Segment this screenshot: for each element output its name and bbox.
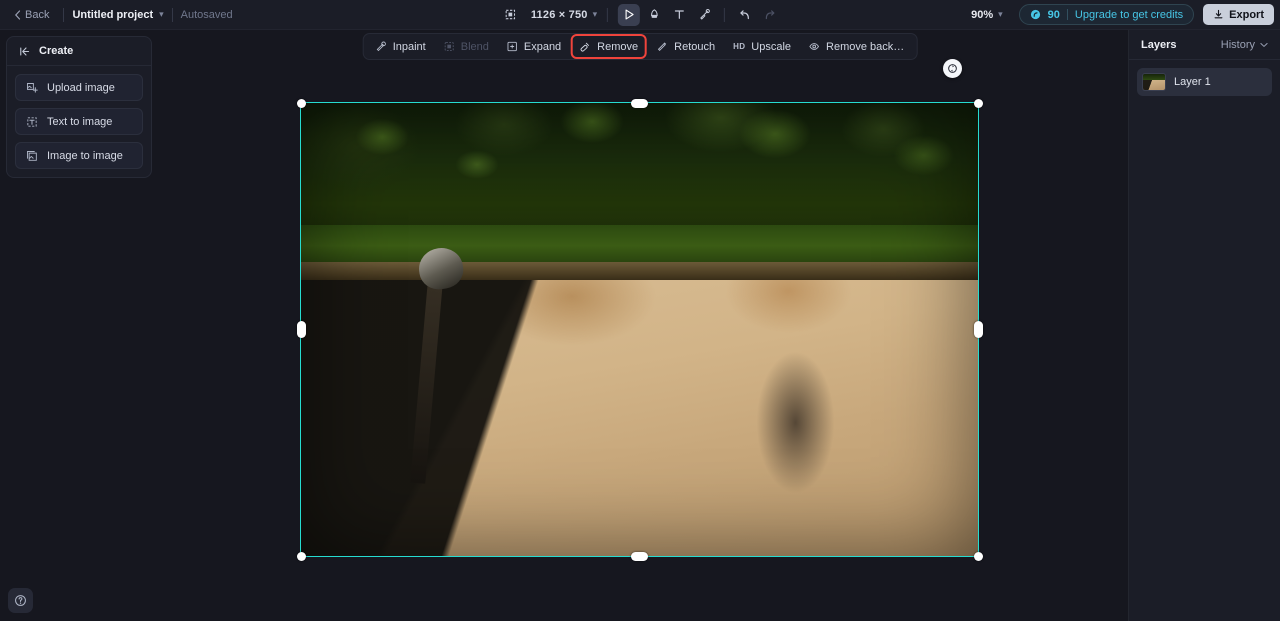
image-editor-app: Back Untitled project ▾ Autosaved 1126 ×… (0, 0, 1280, 621)
resize-handle-bottom-center[interactable] (631, 552, 648, 561)
tab-expand-label: Expand (524, 41, 561, 53)
layers-panel: Layers History Layer 1 (1128, 30, 1280, 621)
topbar-center-group: 1126 × 750 ▾ (499, 0, 781, 30)
remove-background-icon (809, 41, 820, 52)
collapse-panel-icon[interactable] (19, 46, 31, 57)
image-to-image-label: Image to image (47, 150, 123, 162)
tab-expand[interactable]: Expand (499, 36, 569, 57)
chevron-down-icon: ▾ (998, 9, 1003, 20)
canvas-area[interactable] (0, 30, 1128, 621)
tab-retouch[interactable]: Retouch (649, 36, 723, 57)
create-panel-header: Create (7, 37, 151, 66)
resize-handle-middle-left[interactable] (297, 321, 306, 338)
divider (724, 8, 725, 22)
text-to-image-button[interactable]: Text to image (15, 108, 143, 135)
history-label: History (1221, 39, 1255, 51)
topbar-left-group: Back Untitled project ▾ Autosaved (0, 0, 233, 30)
download-icon (1213, 9, 1224, 20)
chevron-down-icon[interactable]: ▾ (159, 9, 164, 20)
tab-remove[interactable]: Remove (571, 34, 647, 59)
select-cursor-icon[interactable] (618, 4, 640, 26)
resize-handle-bottom-right[interactable] (974, 552, 983, 561)
export-label: Export (1229, 9, 1264, 21)
layer-item[interactable]: Layer 1 (1137, 68, 1272, 96)
tab-upscale-label: Upscale (751, 41, 791, 53)
canvas-size-chevron-down-icon[interactable]: ▾ (593, 9, 598, 20)
expand-icon (507, 41, 518, 52)
project-name: Untitled project (72, 9, 153, 21)
tab-remove-background-label: Remove back… (826, 41, 904, 53)
crop-resize-icon[interactable] (499, 4, 521, 26)
canvas-size-label: 1126 × 750 (531, 9, 588, 21)
layer-thumbnail (1142, 73, 1166, 91)
blend-icon (444, 41, 455, 52)
layer-name: Layer 1 (1174, 76, 1211, 88)
image-selection[interactable] (301, 103, 978, 556)
autosave-status: Autosaved (181, 9, 233, 21)
layers-title: Layers (1141, 39, 1176, 51)
tab-inpaint[interactable]: Inpaint (368, 36, 434, 57)
create-panel-title: Create (39, 45, 73, 57)
upload-image-label: Upload image (47, 82, 115, 94)
layers-panel-header: Layers History (1129, 30, 1280, 60)
tab-upscale[interactable]: HD Upscale (725, 36, 799, 57)
resize-handle-middle-right[interactable] (974, 321, 983, 338)
chevron-left-icon (14, 10, 21, 20)
mask-brush-icon[interactable] (643, 4, 665, 26)
redo-icon (759, 4, 781, 26)
zoom-selector[interactable]: 90% ▾ (965, 6, 1009, 24)
rotate-icon (947, 63, 958, 74)
resize-handle-bottom-left[interactable] (297, 552, 306, 561)
upload-image-button[interactable]: Upload image (15, 74, 143, 101)
divider (1067, 9, 1068, 20)
tab-remove-label: Remove (597, 41, 638, 53)
history-toggle[interactable]: History (1221, 39, 1268, 51)
inpaint-icon (376, 41, 387, 52)
divider (172, 8, 173, 22)
chevron-down-icon (1260, 42, 1268, 48)
help-button[interactable] (8, 588, 33, 613)
credits-pill[interactable]: 90 Upgrade to get credits (1019, 4, 1194, 25)
tab-blend-label: Blend (461, 41, 489, 53)
tab-inpaint-label: Inpaint (393, 41, 426, 53)
undo-icon[interactable] (734, 4, 756, 26)
tab-retouch-label: Retouch (674, 41, 715, 53)
create-panel-items: Upload image Text to image (7, 66, 151, 169)
topbar-right-group: 90% ▾ 90 Upgrade to get credits Export (965, 0, 1274, 30)
tool-tabs: Inpaint Blend Expand (363, 33, 918, 60)
export-button[interactable]: Export (1203, 4, 1274, 25)
text-to-image-label: Text to image (47, 116, 112, 128)
photo-vignette (301, 103, 978, 556)
tab-remove-background[interactable]: Remove back… (801, 36, 912, 57)
image-to-image-button[interactable]: Image to image (15, 142, 143, 169)
credit-coin-icon (1030, 9, 1041, 20)
remove-icon (580, 41, 591, 52)
eyedropper-icon[interactable] (693, 4, 715, 26)
resize-handle-top-right[interactable] (974, 99, 983, 108)
retouch-icon (657, 41, 668, 52)
back-label: Back (25, 9, 49, 21)
resize-handle-top-center[interactable] (631, 99, 648, 108)
hd-badge-icon: HD (733, 42, 745, 51)
upgrade-link[interactable]: Upgrade to get credits (1075, 9, 1183, 21)
back-button[interactable]: Back (8, 6, 55, 24)
rotate-handle[interactable] (943, 59, 962, 78)
resize-handle-top-left[interactable] (297, 99, 306, 108)
zoom-level-label: 90% (971, 9, 993, 21)
layers-list: Layer 1 (1129, 60, 1280, 96)
divider (63, 8, 64, 22)
canvas-image[interactable] (301, 103, 978, 556)
tab-blend: Blend (436, 36, 497, 57)
credit-count: 90 (1048, 9, 1060, 21)
help-question-icon (14, 594, 27, 607)
create-panel: Create Upload image (6, 36, 152, 178)
text-to-image-icon (26, 116, 38, 128)
text-tool-icon[interactable] (668, 4, 690, 26)
upload-image-icon (26, 82, 38, 94)
divider (607, 8, 608, 22)
image-to-image-icon (26, 150, 38, 162)
top-toolbar: Back Untitled project ▾ Autosaved 1126 ×… (0, 0, 1280, 30)
